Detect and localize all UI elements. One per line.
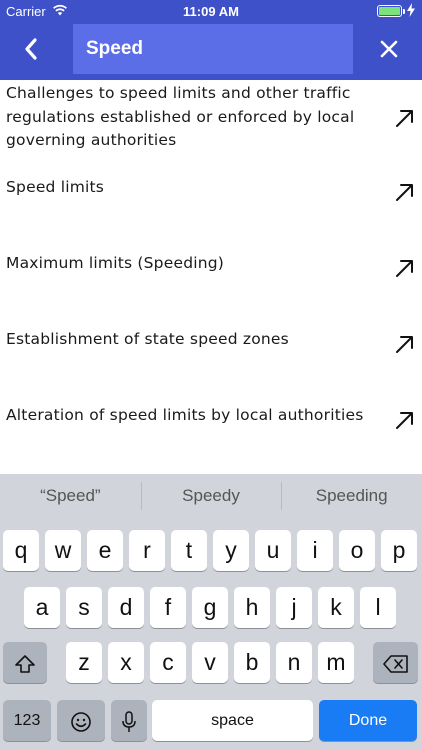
done-key[interactable]: Done	[319, 700, 417, 741]
clear-search-button[interactable]	[368, 28, 410, 70]
key-y[interactable]: y	[213, 530, 249, 571]
key-d[interactable]: d	[108, 587, 144, 628]
result-title: Speed limits	[6, 178, 105, 196]
key-v[interactable]: v	[192, 642, 228, 683]
key-z[interactable]: z	[66, 642, 102, 683]
arrow-up-right-icon	[396, 260, 413, 277]
key-r[interactable]: r	[129, 530, 165, 571]
key-n[interactable]: n	[276, 642, 312, 683]
key-w[interactable]: w	[45, 530, 81, 571]
arrow-up-right-icon	[396, 184, 413, 201]
suggestion-item[interactable]: “Speed”	[0, 474, 141, 518]
backspace-key[interactable]	[373, 642, 418, 683]
numbers-key[interactable]: 123	[3, 700, 51, 741]
space-key[interactable]: space	[152, 700, 313, 741]
key-g[interactable]: g	[192, 587, 228, 628]
key-o[interactable]: o	[339, 530, 375, 571]
key-q[interactable]: q	[3, 530, 39, 571]
key-f[interactable]: f	[150, 587, 186, 628]
key-m[interactable]: m	[318, 642, 354, 683]
key-t[interactable]: t	[171, 530, 207, 571]
result-title: Establishment of state speed zones	[6, 330, 289, 348]
key-k[interactable]: k	[318, 587, 354, 628]
result-title: Challenges to speed limits and other tra…	[6, 84, 355, 149]
key-u[interactable]: u	[255, 530, 291, 571]
key-p[interactable]: p	[381, 530, 417, 571]
key-c[interactable]: c	[150, 642, 186, 683]
status-bar: Carrier 11:09 AM	[0, 0, 422, 22]
back-button[interactable]	[10, 28, 52, 70]
clock: 11:09 AM	[183, 4, 239, 19]
backspace-icon	[382, 655, 408, 673]
predictive-text-bar: “Speed” Speedy Speeding	[0, 474, 422, 518]
key-l[interactable]: l	[360, 587, 396, 628]
microphone-icon	[122, 711, 136, 732]
key-e[interactable]: e	[87, 530, 123, 571]
key-b[interactable]: b	[234, 642, 270, 683]
key-a[interactable]: a	[24, 587, 60, 628]
arrow-up-right-icon	[396, 336, 413, 353]
key-i[interactable]: i	[297, 530, 333, 571]
charging-bolt-icon	[407, 3, 415, 17]
close-icon	[380, 40, 398, 58]
battery-icon	[377, 5, 405, 17]
dictation-key[interactable]	[111, 700, 147, 741]
battery-fill	[379, 7, 400, 15]
emoji-icon	[71, 712, 91, 732]
on-screen-keyboard: “Speed” Speedy Speeding qwertyuiop asdfghjk…	[0, 474, 422, 750]
header-bar: Carrier 11:09 AM Speed	[0, 0, 422, 80]
chevron-left-icon	[25, 38, 37, 60]
shift-key[interactable]	[3, 642, 47, 683]
key-j[interactable]: j	[276, 587, 312, 628]
key-s[interactable]: s	[66, 587, 102, 628]
arrow-up-right-icon	[396, 110, 413, 127]
search-input[interactable]: Speed	[73, 24, 353, 74]
result-title: Alteration of speed limits by local auth…	[6, 406, 364, 424]
arrow-up-right-icon	[396, 412, 413, 429]
shift-icon	[15, 655, 35, 673]
suggestion-item[interactable]: Speedy	[140, 474, 282, 518]
search-results-list: Challenges to speed limits and other tra…	[0, 80, 422, 474]
key-h[interactable]: h	[234, 587, 270, 628]
suggestion-item[interactable]: Speeding	[281, 474, 422, 518]
result-title: Maximum limits (Speeding)	[6, 254, 225, 272]
key-x[interactable]: x	[108, 642, 144, 683]
emoji-key[interactable]	[57, 700, 105, 741]
search-nav: Speed	[0, 22, 422, 80]
